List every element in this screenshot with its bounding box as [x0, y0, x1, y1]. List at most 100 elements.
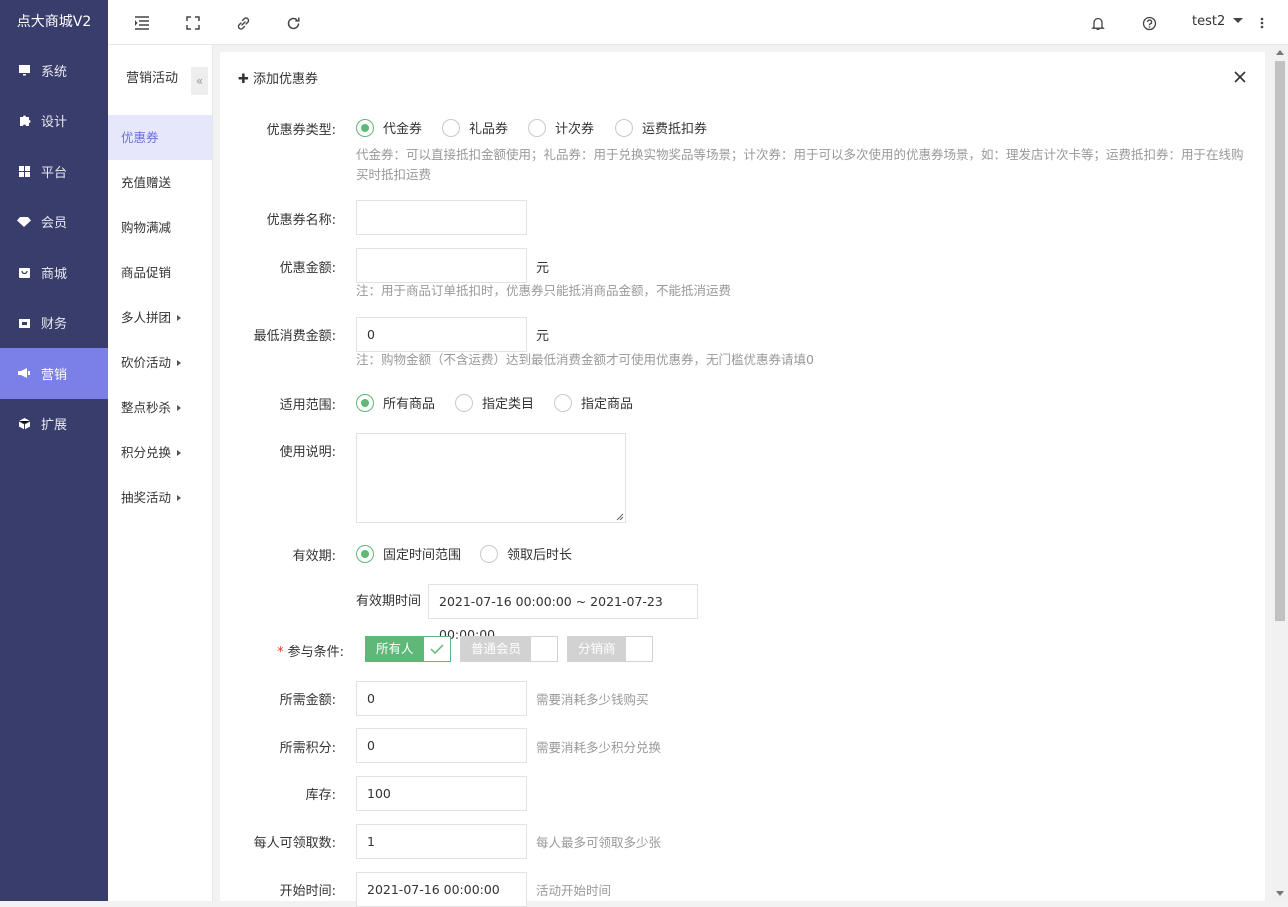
- sub-sidebar-title-text: 营销活动: [126, 71, 179, 86]
- nav-item-7[interactable]: 扩展: [0, 399, 108, 450]
- sub-item-label: 整点秒杀: [121, 400, 172, 415]
- nav-item-6[interactable]: 营销: [0, 348, 108, 399]
- validity-time-input[interactable]: 2021-07-16 00:00:00 ~ 2021-07-23 00:00:0…: [428, 584, 698, 642]
- min-amount-note: 注：购物金额（不含运费）达到最低消费金额才可使用优惠券，无门槛优惠券请填0: [356, 352, 814, 367]
- coupon-type-radio-1[interactable]: 礼品券: [442, 118, 508, 137]
- nav-item-1[interactable]: 设计: [0, 96, 108, 147]
- sub-sidebar-title: 营销活动 «: [108, 45, 212, 115]
- coupon-type-radio-3[interactable]: 运费抵扣券: [615, 118, 707, 137]
- sub-item-8[interactable]: 抽奖活动: [108, 475, 212, 520]
- nav-item-4[interactable]: 商城: [0, 247, 108, 298]
- nav-item-5[interactable]: 财务: [0, 298, 108, 349]
- nav-item-label: 商城: [41, 266, 68, 282]
- nav-item-label: 营销: [41, 367, 68, 383]
- condition-checkbox-1[interactable]: 普通会员: [460, 636, 559, 662]
- min-amount-input[interactable]: 0: [356, 317, 527, 352]
- radio-circle-icon: [455, 393, 473, 412]
- monitor-icon: [17, 63, 31, 77]
- coupon-type-radio-2[interactable]: 计次券: [528, 118, 594, 137]
- nav-item-2[interactable]: 平台: [0, 146, 108, 197]
- user-menu[interactable]: test2: [1192, 14, 1244, 29]
- caret-right-icon: [177, 450, 182, 456]
- help-icon[interactable]: [1140, 14, 1158, 32]
- sub-item-1[interactable]: 充值赠送: [108, 160, 212, 205]
- checkbox-box: [531, 637, 558, 661]
- condition-checkbox-0[interactable]: 所有人: [365, 636, 451, 662]
- sub-item-label: 多人拼团: [121, 310, 172, 325]
- amount-label: 优惠金额:: [279, 261, 336, 276]
- score-input[interactable]: 0: [356, 728, 527, 763]
- description-textarea[interactable]: [356, 433, 626, 523]
- amount-input[interactable]: [356, 248, 527, 283]
- sub-item-label: 优惠券: [121, 130, 159, 145]
- validity-label: 有效期:: [292, 549, 336, 564]
- scrollbar[interactable]: [1272, 45, 1288, 901]
- price-hint: 需要消耗多少钱购买: [536, 692, 649, 707]
- scrollbar-thumb[interactable]: [1275, 61, 1285, 621]
- validity-time-label: 有效期时间: [356, 594, 422, 609]
- sub-sidebar: 营销活动 « 优惠券充值赠送 购物满减 商品促销多人拼团砍价活动整点秒杀积分兑换 抽奖…: [108, 45, 213, 901]
- bell-icon[interactable]: [1089, 14, 1107, 32]
- radio-label: 代金券: [383, 122, 423, 137]
- description-label: 使用说明:: [279, 445, 336, 460]
- main-sidebar: 点大商城V2 系统设计平台会员商城财务营销扩展: [0, 0, 108, 901]
- fullscreen-icon[interactable]: [184, 14, 202, 32]
- per-person-label: 每人可领取数:: [253, 836, 336, 851]
- sub-item-7[interactable]: 积分兑换: [108, 430, 212, 475]
- sub-item-0[interactable]: 优惠券: [108, 115, 212, 160]
- scope-radio-2[interactable]: 指定商品: [554, 393, 633, 412]
- validity-radio-1[interactable]: 领取后时长: [480, 544, 572, 563]
- close-icon[interactable]: [1233, 70, 1247, 84]
- sub-item-3[interactable]: 商品促销: [108, 250, 212, 295]
- nav-item-label: 系统: [41, 64, 68, 80]
- nav-item-3[interactable]: 会员: [0, 197, 108, 248]
- radio-label: 礼品券: [469, 122, 509, 137]
- more-icon[interactable]: [1253, 14, 1271, 32]
- radio-label: 固定时间范围: [383, 548, 462, 563]
- radio-label: 指定商品: [581, 397, 634, 412]
- scroll-down-icon[interactable]: [1276, 891, 1284, 896]
- scope-radio-0[interactable]: 所有商品: [356, 393, 435, 412]
- link-icon[interactable]: [234, 14, 252, 32]
- megaphone-icon: [17, 366, 31, 380]
- stock-label: 库存:: [305, 788, 336, 803]
- radio-label: 计次券: [555, 122, 595, 137]
- coupon-type-label: 优惠券类型:: [266, 123, 336, 138]
- scope-radio-1[interactable]: 指定类目: [455, 393, 534, 412]
- amount-note: 注：用于商品订单抵扣时，优惠券只能抵消商品金额，不能抵消运费: [356, 283, 732, 298]
- coupon-type-radio-0[interactable]: 代金券: [356, 118, 422, 137]
- per-person-input[interactable]: 1: [356, 824, 527, 859]
- radio-circle-icon: [356, 118, 374, 137]
- check-icon: [423, 637, 450, 661]
- menu-toggle-icon[interactable]: [133, 14, 151, 32]
- start-time-input[interactable]: 2021-07-16 00:00:00: [356, 872, 527, 907]
- sub-item-label: 砍价活动: [121, 355, 172, 370]
- bag-icon: [17, 265, 31, 279]
- top-bar: test2: [108, 0, 1288, 45]
- start-time-hint: 活动开始时间: [536, 883, 612, 898]
- caret-right-icon: [177, 315, 182, 321]
- min-amount-unit: 元: [536, 329, 550, 344]
- puzzle-icon: [17, 114, 31, 128]
- nav-item-label: 会员: [41, 216, 68, 232]
- nav-item-0[interactable]: 系统: [0, 45, 108, 96]
- resize-handle-icon[interactable]: [616, 513, 624, 521]
- price-label: 所需金额:: [279, 693, 336, 708]
- stock-input[interactable]: 100: [356, 776, 527, 811]
- validity-radio-0[interactable]: 固定时间范围: [356, 544, 461, 563]
- condition-label-text: 参与条件:: [287, 645, 344, 660]
- sub-item-6[interactable]: 整点秒杀: [108, 385, 212, 430]
- sub-item-5[interactable]: 砍价活动: [108, 340, 212, 385]
- refresh-icon[interactable]: [284, 14, 302, 32]
- scroll-up-icon[interactable]: [1276, 50, 1284, 55]
- sub-item-4[interactable]: 多人拼团: [108, 295, 212, 340]
- collapse-button[interactable]: «: [191, 67, 208, 95]
- nav-item-label: 平台: [41, 165, 68, 181]
- coupon-type-note: 代金券：可以直接抵扣金额使用；礼品券：用于兑换实物奖品等场景；计次券：用于可以多…: [356, 147, 1244, 182]
- app-logo: 点大商城V2: [16, 14, 92, 30]
- score-hint: 需要消耗多少积分兑换: [536, 740, 662, 755]
- sub-item-2[interactable]: 购物满减: [108, 205, 212, 250]
- condition-checkbox-2[interactable]: 分销商: [567, 636, 653, 662]
- coupon-name-input[interactable]: [356, 200, 527, 235]
- price-input[interactable]: 0: [356, 681, 527, 716]
